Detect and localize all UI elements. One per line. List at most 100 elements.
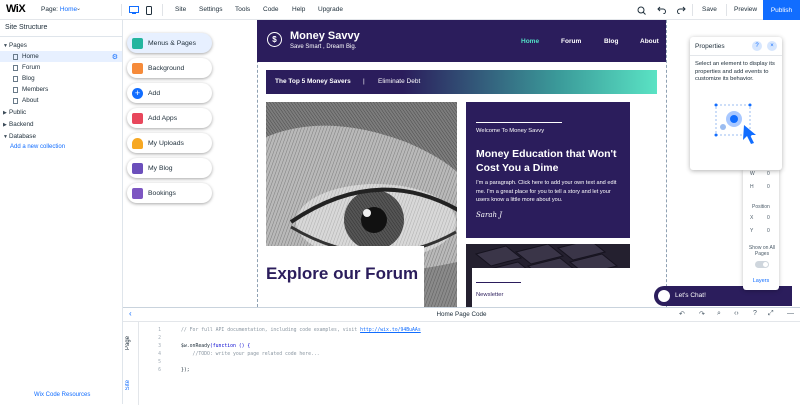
tree-page-about[interactable]: About [0,95,122,106]
menu-site[interactable]: Site [175,6,186,13]
zoom-button[interactable] [635,4,647,16]
education-paragraph[interactable]: I'm a paragraph. Click here to add your … [476,179,624,205]
zoom-icon [637,6,646,15]
tree-label: Public [9,109,27,116]
code-link[interactable]: http://wix.to/94BuAAs [360,328,421,333]
tree-page-members[interactable]: Members [0,84,122,95]
page-selector-value: Home [59,6,78,13]
code-text: (function () { [209,344,251,349]
help-icon[interactable]: ? [752,41,762,51]
page-icon [13,75,18,82]
site-header[interactable]: $ Money Savvy Save Smart , Dream Big. Ho… [257,20,666,62]
forum-card[interactable]: Explore our Forum [266,246,424,307]
undo-icon[interactable]: ↶ [679,310,685,318]
code-line[interactable]: }); [181,368,190,373]
add-apps-button[interactable]: Add Apps [127,108,212,128]
menu-code[interactable]: Code [263,6,279,13]
tree-page-blog[interactable]: Blog [0,73,122,84]
line-number: 6 [158,368,161,373]
site-nav-forum[interactable]: Forum [561,38,581,45]
redo-button[interactable] [675,4,687,16]
minimize-icon[interactable]: — [787,310,794,317]
code-resources-link[interactable]: Wix Code Resources [34,392,90,398]
tree-label: Members [22,86,49,93]
site-brand[interactable]: Money Savvy [290,30,360,42]
bookings-icon [132,187,143,199]
preview-button[interactable]: Preview [734,6,757,13]
undo-icon [656,6,666,14]
publish-button[interactable]: Publish [763,0,800,20]
add-element-button[interactable]: + Add [127,83,212,103]
site-banner[interactable]: The Top 5 Money Savers | Eliminate Debt [266,70,657,94]
tree-folder-backend[interactable]: ▶ Backend [0,119,122,130]
select-element-illustration-icon [714,103,756,144]
newsletter-title[interactable]: Newsletter [476,292,503,298]
gear-icon[interactable]: ⚙ [112,53,118,61]
education-title[interactable]: Money Education that Won't Cost You a Di… [476,147,626,175]
chevron-down-icon[interactable]: ⌄ [76,5,81,12]
code-line[interactable]: $w.onReady(function () { [181,344,250,349]
width-value[interactable]: 0 [767,171,770,177]
tree-folder-public[interactable]: ▶ Public [0,107,122,118]
undo-button[interactable] [655,4,667,16]
properties-side-controls: W 0 H 0 Position X 0 Y 0 Show on All Pag… [743,168,779,290]
height-value[interactable]: 0 [767,184,770,190]
site-tagline[interactable]: Save Smart , Dream Big. [290,44,356,50]
divider [0,36,122,37]
banner-separator: | [363,78,365,85]
y-value[interactable]: 0 [767,228,770,234]
add-collection-link[interactable]: Add a new collection [10,144,65,150]
gridline-right [666,20,667,307]
tab-site[interactable]: Site [125,380,131,390]
tab-page[interactable]: Page [125,336,131,350]
redo-icon[interactable]: ↷ [699,310,705,318]
code-panel: ‹ Home Page Code ↶ ↷ ⌕ ‹› ? ⤢ — Page Sit… [123,307,800,405]
code-line[interactable]: //TODO: write your page related code her… [181,352,320,357]
x-value[interactable]: 0 [767,215,770,221]
divider [476,122,562,123]
page-selector[interactable]: Page: Home [41,6,77,13]
welcome-text[interactable]: Welcome To Money Savvy [476,128,544,134]
add-menus-pages-button[interactable]: Menus & Pages [127,33,212,53]
my-blog-button[interactable]: My Blog [127,158,212,178]
forum-title[interactable]: Explore our Forum [266,265,418,283]
tree-page-home[interactable]: Home ⚙ [0,51,122,62]
save-button[interactable]: Save [702,6,717,13]
menu-help[interactable]: Help [292,6,305,13]
my-uploads-button[interactable]: My Uploads [127,133,212,153]
add-background-button[interactable]: Background [127,58,212,78]
newsletter-card[interactable]: Newsletter [472,268,634,307]
line-number: 4 [158,352,161,357]
apps-icon [132,112,143,124]
education-card[interactable]: Welcome To Money Savvy Money Education t… [466,102,630,238]
desktop-view-button[interactable] [127,3,141,17]
site-nav-blog[interactable]: Blog [604,38,618,45]
help-icon[interactable]: ? [753,310,757,317]
tree-label: Blog [22,75,35,82]
layers-button[interactable]: Layers [743,278,779,284]
site-nav-about[interactable]: About [640,38,659,45]
search-icon[interactable]: ⌕ [717,310,721,318]
tree-folder-database[interactable]: ▼ Database [0,131,122,142]
menu-settings[interactable]: Settings [199,6,223,13]
menu-upgrade[interactable]: Upgrade [318,6,343,13]
y-label: Y [750,228,754,234]
tree-folder-pages[interactable]: ▼ Pages [0,40,122,51]
close-icon[interactable]: × [767,41,777,51]
bookings-button[interactable]: Bookings [127,183,212,203]
mobile-icon [146,5,152,15]
expand-icon[interactable]: ⤢ [768,310,774,318]
tree-page-forum[interactable]: Forum [0,62,122,73]
page-icon [13,97,18,104]
divider [690,55,782,56]
width-label: W [750,171,755,177]
site-nav-home[interactable]: Home [521,38,539,45]
show-all-pages-toggle[interactable] [755,261,769,268]
code-brackets-icon[interactable]: ‹› [734,310,739,317]
code-comment: // For full API documentation, including… [181,328,361,333]
menu-tools[interactable]: Tools [235,6,250,13]
code-line[interactable]: // For full API documentation, including… [181,328,421,333]
mobile-view-button[interactable] [142,3,156,17]
position-label: Position [752,204,770,210]
blog-icon [132,162,143,174]
